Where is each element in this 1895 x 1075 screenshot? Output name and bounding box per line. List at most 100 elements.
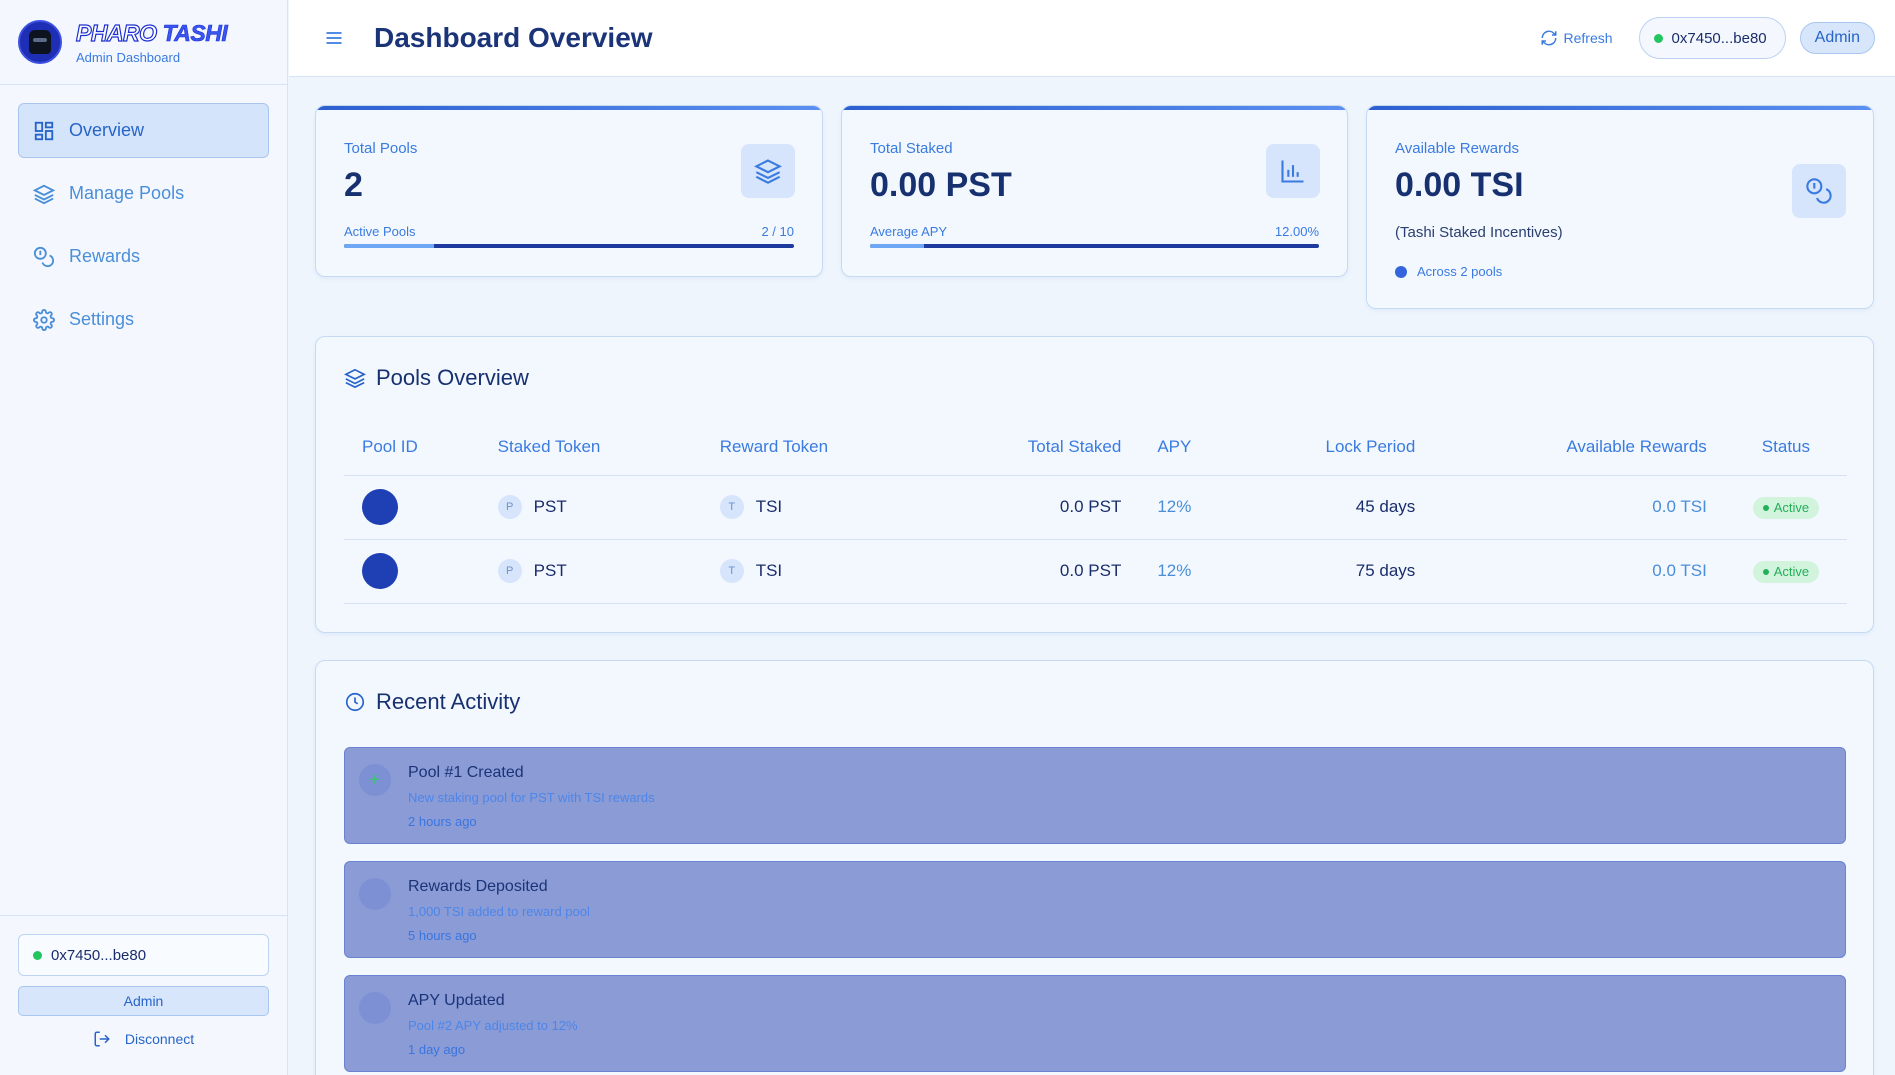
column-header[interactable]: Staked Token xyxy=(479,419,702,476)
disconnect-button[interactable]: Disconnect xyxy=(18,1030,269,1048)
status-badge: Active xyxy=(1752,560,1820,583)
pool-id-avatar xyxy=(362,553,398,589)
stat-value: 2 xyxy=(344,166,363,204)
layers-icon xyxy=(754,159,782,184)
column-header[interactable]: Total Staked xyxy=(934,419,1140,476)
token-badge: P xyxy=(497,559,522,583)
sidebar-item-label: Rewards xyxy=(69,246,141,266)
pool-id-avatar xyxy=(362,489,398,525)
logout-icon xyxy=(94,1031,110,1047)
table-row[interactable]: P PST T TSI 0.0 PST 12% 75 days 0.0 TSI Ac… xyxy=(344,539,1847,604)
stat-value: 0.00 PST xyxy=(870,166,1012,204)
activity-time: 2 hours ago xyxy=(408,814,477,829)
connected-status-dot xyxy=(33,950,42,960)
section-title: Pools Overview xyxy=(376,365,529,390)
column-header[interactable]: Available Rewards xyxy=(1433,419,1725,476)
token-badge: P xyxy=(497,495,522,519)
page-title: Dashboard Overview xyxy=(374,22,653,53)
menu-icon[interactable] xyxy=(324,28,344,48)
table-header-row: Pool ID Staked Token Reward Token Total … xyxy=(344,419,1847,476)
stat-value: 0.00 TSI xyxy=(1395,166,1524,204)
lock-period-cell: 45 days xyxy=(1235,475,1434,540)
stat-sub-value: 2 / 10 xyxy=(761,224,794,239)
coins-icon xyxy=(1806,178,1832,204)
reward-token: TSI xyxy=(755,561,783,580)
rewards-note: (Tashi Staked Incentives) xyxy=(1395,224,1563,241)
lock-period-cell: 75 days xyxy=(1235,539,1434,604)
activity-description: Pool #2 APY adjusted to 12% xyxy=(408,1018,578,1033)
available-rewards-card: Available Rewards 0.00 TSI (Tashi Staked… xyxy=(1366,105,1874,309)
stat-sub-label: Average APY xyxy=(870,224,948,239)
activity-item[interactable]: + Pool #1 Created New staking pool for P… xyxy=(344,747,1846,844)
average-apy-progress xyxy=(870,244,1319,248)
available-rewards-cell: 0.0 TSI xyxy=(1433,539,1725,604)
total-staked-cell: 0.0 PST xyxy=(934,475,1140,540)
header-role-badge: Admin xyxy=(1799,22,1875,54)
sidebar-item-settings[interactable]: Settings xyxy=(18,292,269,347)
available-rewards-cell: 0.0 TSI xyxy=(1433,475,1725,540)
section-title: Recent Activity xyxy=(376,689,521,714)
activity-time: 5 hours ago xyxy=(408,928,477,943)
activity-item[interactable]: APY Updated Pool #2 APY adjusted to 12% … xyxy=(344,975,1846,1072)
status-badge: Active xyxy=(1752,496,1820,519)
activity-item[interactable]: Rewards Deposited 1,000 TSI added to rew… xyxy=(344,861,1846,958)
percent-icon xyxy=(359,992,391,1024)
bar-chart-icon xyxy=(1281,160,1304,183)
sidebar-nav: Overview Manage Pools Rewards Settings xyxy=(0,85,287,373)
activity-description: New staking pool for PST with TSI reward… xyxy=(408,790,655,805)
across-pools-note: Across 2 pools xyxy=(1395,264,1502,279)
staked-token: PST xyxy=(533,497,567,516)
column-header[interactable]: APY xyxy=(1139,419,1236,476)
refresh-button[interactable]: Refresh xyxy=(1540,29,1613,47)
token-badge: T xyxy=(719,559,744,583)
sidebar-item-label: Settings xyxy=(69,309,135,329)
role-badge: Admin xyxy=(18,986,269,1016)
header-wallet-address[interactable]: 0x7450...be80 xyxy=(1638,17,1786,59)
reward-token: TSI xyxy=(755,497,783,516)
coins-icon xyxy=(359,878,391,910)
activity-description: 1,000 TSI added to reward pool xyxy=(408,904,590,919)
sidebar-item-manage-pools[interactable]: Manage Pools xyxy=(18,166,269,221)
stat-label: Available Rewards xyxy=(1395,140,1519,157)
table-row[interactable]: P PST T TSI 0.0 PST 12% 45 days 0.0 TSI Ac… xyxy=(344,475,1847,540)
top-header: Dashboard Overview Refresh 0x7450...be80… xyxy=(289,0,1895,77)
activity-time: 1 day ago xyxy=(408,1042,466,1057)
sidebar-item-label: Overview xyxy=(69,120,145,140)
apy-cell: 12% xyxy=(1139,475,1236,540)
stat-label: Total Pools xyxy=(344,140,418,157)
column-header[interactable]: Reward Token xyxy=(701,419,935,476)
brand-subtitle: Admin Dashboard xyxy=(76,49,181,65)
layers-icon xyxy=(33,184,55,204)
coins-icon xyxy=(33,246,54,267)
sidebar-wallet-panel: 0x7450...be80 Admin Disconnect xyxy=(0,915,287,1075)
pools-table: Pool ID Staked Token Reward Token Total … xyxy=(344,419,1847,604)
total-staked-card: Total Staked 0.00 PST Average APY 12.00% xyxy=(841,105,1348,277)
apy-cell: 12% xyxy=(1139,539,1236,604)
staked-token: PST xyxy=(533,561,567,580)
stat-sub-value: 12.00% xyxy=(1274,224,1319,239)
sidebar-item-label: Manage Pools xyxy=(69,183,185,203)
wallet-address: 0x7450...be80 xyxy=(18,934,269,976)
activity-title: APY Updated xyxy=(408,992,505,1009)
column-header[interactable]: Pool ID xyxy=(344,419,480,476)
pool-dot-icon xyxy=(1395,265,1407,278)
sidebar: PHARO TASHI Admin Dashboard Overview Man… xyxy=(0,0,288,1075)
connected-status-dot xyxy=(1653,33,1663,43)
recent-activity-section: Recent Activity + Pool #1 Created New st… xyxy=(315,660,1874,1075)
active-pools-progress xyxy=(344,244,794,248)
stat-sub-label: Active Pools xyxy=(344,224,416,239)
sidebar-item-overview[interactable]: Overview xyxy=(18,103,269,158)
clock-icon xyxy=(345,692,365,712)
grid-icon xyxy=(34,121,54,140)
layers-icon xyxy=(344,368,366,389)
column-header[interactable]: Lock Period xyxy=(1235,419,1434,476)
total-pools-card: Total Pools 2 Active Pools 2 / 10 xyxy=(315,105,823,277)
column-header[interactable]: Status xyxy=(1724,419,1847,476)
pools-overview-section: Pools Overview Pool ID Staked Token Rewa… xyxy=(315,336,1874,633)
sidebar-item-rewards[interactable]: Rewards xyxy=(18,229,269,284)
activity-title: Pool #1 Created xyxy=(408,764,524,781)
total-staked-cell: 0.0 PST xyxy=(934,539,1140,604)
token-badge: T xyxy=(719,495,744,519)
brand: PHARO TASHI Admin Dashboard xyxy=(0,0,287,85)
plus-icon: + xyxy=(359,764,391,796)
